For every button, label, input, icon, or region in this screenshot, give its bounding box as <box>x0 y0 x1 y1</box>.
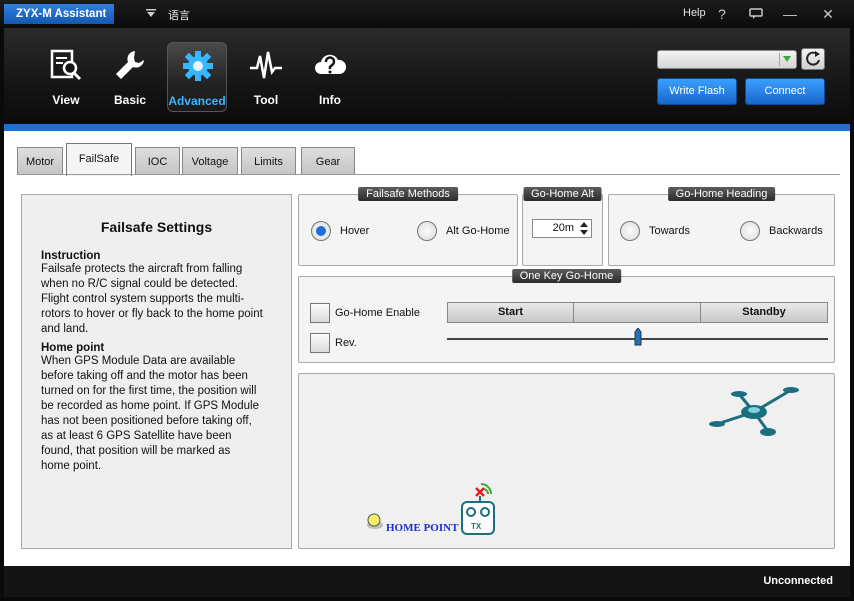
go-home-heading-group: Go-Home Heading Towards Backwards <box>608 187 835 266</box>
nav-advanced-label: Advanced <box>168 94 226 108</box>
connection-status: Unconnected <box>763 575 833 587</box>
towards-radio[interactable] <box>620 221 640 241</box>
tab-ioc[interactable]: IOC <box>135 147 180 175</box>
nav-advanced[interactable]: Advanced <box>167 42 227 112</box>
language-label[interactable]: 语言 <box>168 7 190 23</box>
hover-radio[interactable] <box>311 221 331 241</box>
go-home-enable-label: Go-Home Enable <box>335 307 420 319</box>
tab-divider <box>17 174 840 175</box>
title-bar: ZYX-M Assistant 语言 Help ? — ✕ <box>0 0 854 28</box>
towards-label: Towards <box>649 225 690 237</box>
start-segment[interactable]: Start <box>448 303 574 322</box>
chevron-down-icon[interactable] <box>779 53 794 66</box>
tx-label: TX <box>471 522 482 531</box>
minimize-icon[interactable]: — <box>781 5 799 23</box>
help-label[interactable]: Help <box>683 7 706 19</box>
nav-info-label: Info <box>319 93 341 107</box>
go-home-alt-spinbox[interactable]: 20m <box>532 219 592 238</box>
nav-tool[interactable]: Tool <box>236 42 296 112</box>
go-home-heading-title: Go-Home Heading <box>667 187 776 201</box>
main-toolbar: View Basic Advanced Tool Info Write Flas… <box>4 28 850 126</box>
search-document-icon <box>50 49 82 81</box>
rev-checkbox[interactable] <box>310 333 330 353</box>
wrench-icon <box>116 51 144 79</box>
instruction-heading: Instruction <box>41 250 101 262</box>
nav-basic-label: Basic <box>113 93 147 107</box>
alt-go-home-radio[interactable] <box>417 221 437 241</box>
flash-select[interactable] <box>657 50 797 69</box>
waveform-icon <box>250 51 282 79</box>
nav-info[interactable]: Info <box>300 42 360 112</box>
language-dropdown-icon[interactable] <box>146 9 156 17</box>
middle-segment[interactable] <box>574 303 701 322</box>
status-bar: Unconnected <box>4 566 850 597</box>
spin-arrows-icon[interactable] <box>579 221 589 236</box>
instruction-text: Failsafe protects the aircraft from fall… <box>41 263 263 335</box>
backwards-label: Backwards <box>769 225 823 237</box>
app-title: ZYX-M Assistant <box>4 4 114 24</box>
drone-icon <box>709 387 799 436</box>
nav-tool-label: Tool <box>253 93 279 107</box>
go-home-alt-value: 20m <box>552 222 574 234</box>
tab-limits[interactable]: Limits <box>241 147 296 175</box>
nav-view-label: View <box>52 93 80 107</box>
refresh-icon <box>806 51 820 66</box>
tab-motor[interactable]: Motor <box>17 147 63 175</box>
go-home-alt-group: Go-Home Alt 20m <box>522 187 603 266</box>
failsafe-methods-group: Failsafe Methods Hover Alt Go-Home <box>298 187 518 266</box>
chat-icon[interactable] <box>747 5 765 23</box>
tab-gear[interactable]: Gear <box>301 147 355 175</box>
rev-label: Rev. <box>335 337 357 349</box>
illustration-panel: HOME POINT TX <box>298 373 835 549</box>
tab-voltage[interactable]: Voltage <box>182 147 238 175</box>
one-key-go-home-title: One Key Go-Home <box>511 269 622 283</box>
info-title: Failsafe Settings <box>100 219 213 235</box>
connect-button[interactable]: Connect <box>745 78 825 105</box>
nav-view[interactable]: View <box>36 42 96 112</box>
close-icon[interactable]: ✕ <box>819 5 837 23</box>
refresh-button[interactable] <box>801 48 825 70</box>
nav-basic[interactable]: Basic <box>100 42 160 112</box>
help-icon[interactable]: ? <box>713 5 731 23</box>
tab-failsafe[interactable]: FailSafe <box>66 143 132 176</box>
go-home-alt-title: Go-Home Alt <box>523 187 602 201</box>
home-point-text: When GPS Module Data are available befor… <box>41 355 259 472</box>
go-home-slider-thumb[interactable] <box>634 328 642 346</box>
backwards-radio[interactable] <box>740 221 760 241</box>
main-panel: Motor FailSafe IOC Voltage Limits Gear F… <box>4 126 850 566</box>
home-point-label: HOME POINT <box>386 522 459 534</box>
standby-segment[interactable]: Standby <box>701 303 827 322</box>
go-home-enable-checkbox[interactable] <box>310 303 330 323</box>
hover-label: Hover <box>340 225 370 237</box>
gear-icon <box>183 51 213 81</box>
one-key-go-home-group: One Key Go-Home Go-Home Enable Rev. Star… <box>298 269 835 363</box>
write-flash-button[interactable]: Write Flash <box>657 78 737 105</box>
alt-go-home-label: Alt Go-Home <box>446 225 510 237</box>
info-cloud-icon <box>315 54 347 74</box>
home-point-marker-icon <box>367 513 383 529</box>
failsafe-info-panel: Failsafe Settings Instruction Failsafe p… <box>21 194 292 549</box>
home-point-heading: Home point <box>41 342 105 354</box>
failsafe-methods-title: Failsafe Methods <box>358 187 458 201</box>
go-home-segment-control[interactable]: Start Standby <box>447 302 828 323</box>
